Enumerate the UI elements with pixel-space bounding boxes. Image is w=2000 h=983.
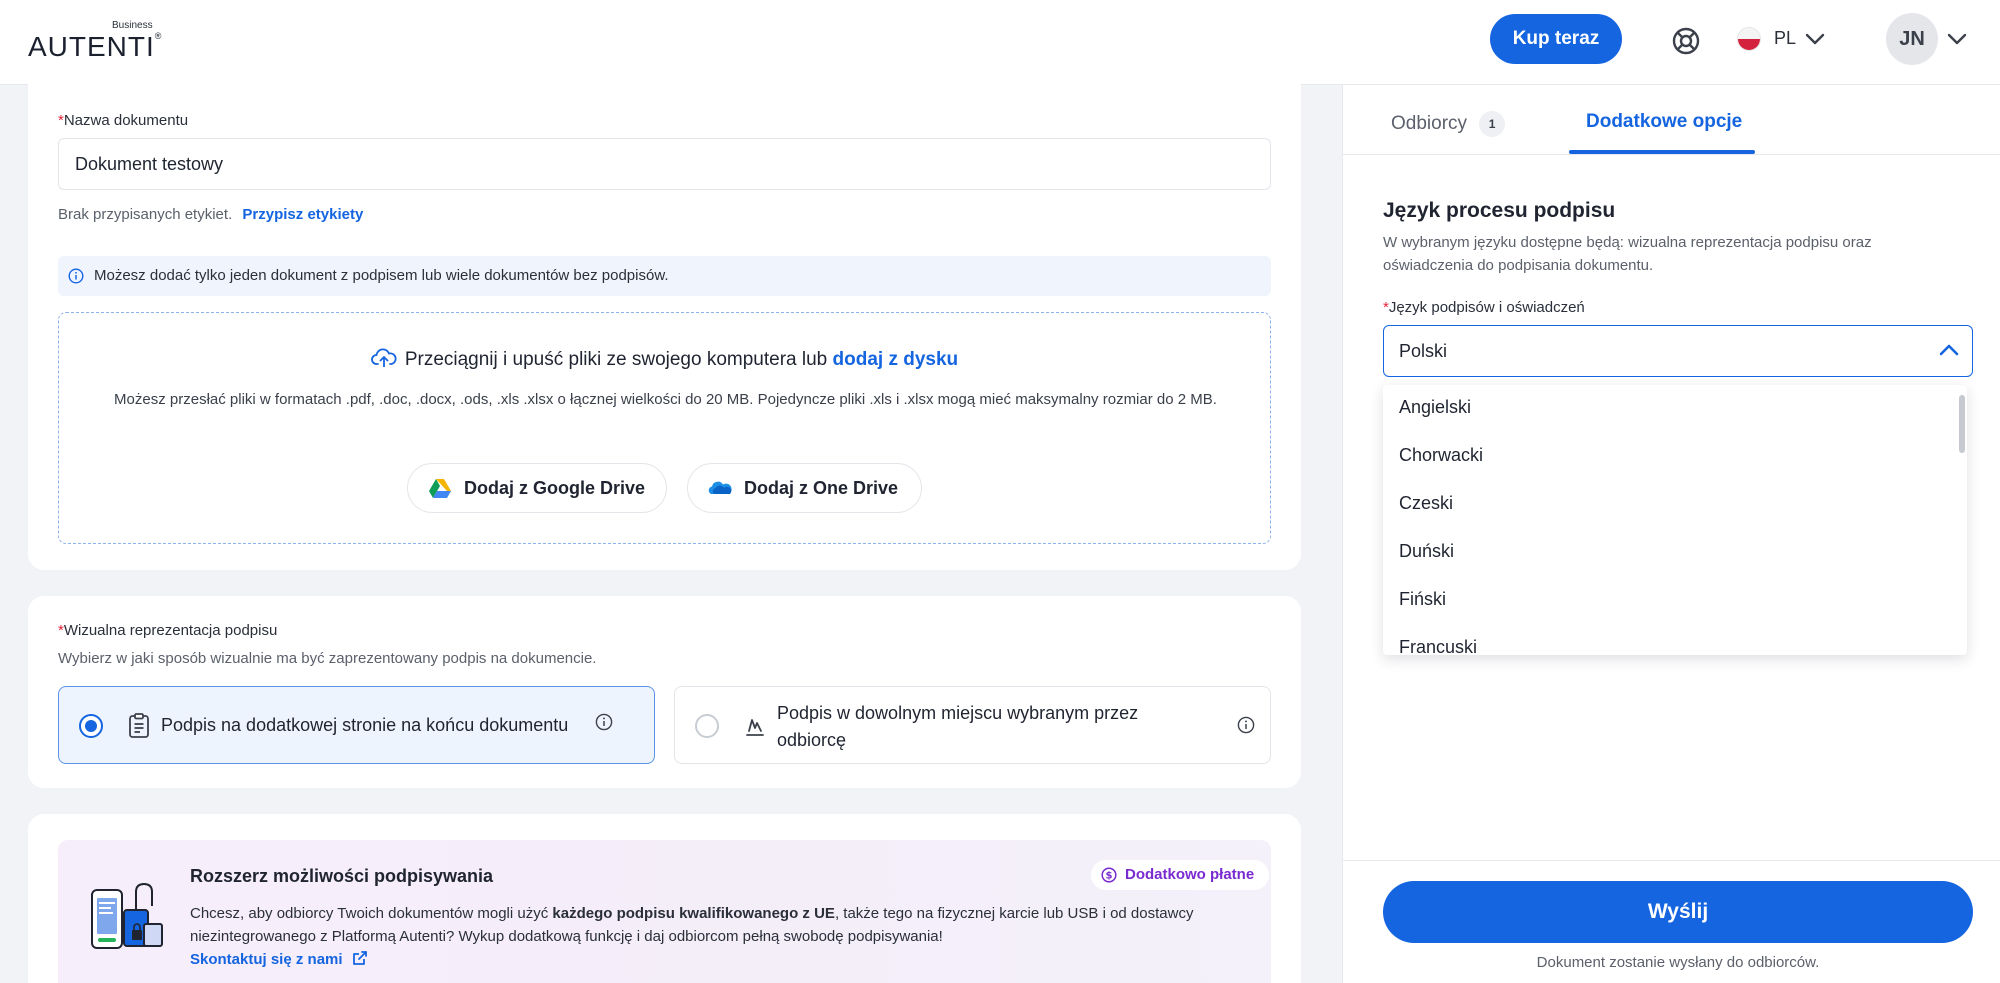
recipients-count-badge: 1 [1479, 111, 1506, 137]
language-select[interactable]: Polski [1383, 325, 1973, 377]
tab-additional-options[interactable]: Dodatkowe opcje [1586, 111, 1742, 133]
radio-unselected[interactable] [695, 714, 719, 738]
options-panel: Odbiorcy 1 Dodatkowe opcje Język procesu … [1342, 85, 2000, 983]
signature-stamp-icon [746, 719, 764, 736]
dropdown-option[interactable]: Duński [1399, 541, 1454, 562]
dropdown-option[interactable]: Francuski [1399, 637, 1477, 655]
document-card: *Nazwa dokumentu Dokument testowy Brak p… [28, 70, 1301, 570]
info-icon [68, 268, 84, 284]
info-icon[interactable] [1237, 716, 1255, 734]
promo-card: Rozszerz możliwości podpisywania $ Dodat… [28, 814, 1301, 983]
coin-icon: $ [1101, 867, 1117, 883]
file-dropzone[interactable]: Przeciągnij i upuść pliki ze swojego kom… [58, 312, 1271, 544]
info-banner: Możesz dodać tylko jeden dokument z podp… [58, 256, 1271, 296]
contact-us-link[interactable]: Skontaktuj się z nami [190, 949, 369, 968]
formats-text: Możesz przesłać pliki w formatach .pdf, … [114, 391, 1217, 408]
section-title: Język procesu podpisu [1383, 199, 1616, 222]
language-select-label: *Język podpisów i oświadczeń [1383, 299, 1585, 316]
tab-recipients[interactable]: Odbiorcy 1 [1391, 111, 1506, 137]
visual-signature-description: Wybierz w jaki sposób wizualnie ma być z… [58, 650, 597, 667]
signature-option-extra-page[interactable]: Podpis na dodatkowej stronie na końcu do… [58, 686, 655, 764]
qualified-signature-illustration [91, 882, 163, 949]
user-avatar[interactable]: JN [1886, 13, 1938, 65]
send-note: Dokument zostanie wysłany do odbiorców. [1536, 954, 1820, 971]
section-description: W wybranym języku dostępne będą: wizualn… [1383, 234, 1872, 274]
promo-text: Chcesz, aby odbiorcy Twoich dokumentów m… [190, 905, 1194, 945]
visual-signature-card: *Wizualna reprezentacja podpisu Wybierz … [28, 596, 1301, 788]
info-icon[interactable] [595, 713, 613, 731]
option-extra-page-label: Podpis na dodatkowej stronie na końcu do… [161, 715, 569, 735]
svg-text:$: $ [1106, 871, 1113, 882]
dropdown-scrollbar[interactable] [1959, 395, 1965, 453]
chevron-down-icon[interactable] [1804, 31, 1826, 47]
dropzone-heading: Przeciągnij i upuść pliki ze swojego kom… [59, 347, 1270, 371]
signature-option-any-place[interactable]: Podpis w dowolnym miejscu wybranym przez… [674, 686, 1271, 764]
dropzone-text: Przeciągnij i upuść pliki ze swojego kom… [404, 349, 828, 370]
cloud-upload-icon [370, 348, 397, 367]
active-tab-indicator [1569, 150, 1755, 154]
assign-labels-link[interactable]: Przypisz etykiety [242, 206, 363, 223]
google-drive-icon [429, 479, 451, 498]
labels-row: Brak przypisanych etykiet. Przypisz etyk… [58, 206, 363, 223]
buy-now-button[interactable]: Kup teraz [1490, 14, 1622, 64]
panel-tabs: Odbiorcy 1 Dodatkowe opcje [1343, 85, 2000, 155]
radio-selected[interactable] [79, 714, 103, 738]
help-lifebuoy-icon[interactable] [1671, 26, 1701, 56]
dropdown-option[interactable]: Chorwacki [1399, 445, 1483, 466]
clipboard-icon [129, 713, 149, 738]
poland-flag-icon[interactable] [1737, 27, 1761, 51]
dropdown-option[interactable]: Czeski [1399, 493, 1453, 514]
document-name-input[interactable]: Dokument testowy [58, 138, 1271, 190]
dropdown-option[interactable]: Fiński [1399, 589, 1446, 610]
language-select-value: Polski [1399, 341, 1448, 361]
option-any-place-label: Podpis w dowolnym miejscu wybranym przez… [777, 703, 1139, 750]
visual-signature-label: *Wizualna reprezentacja podpisu [58, 622, 278, 639]
external-link-icon [352, 951, 367, 965]
no-labels-text: Brak przypisanych etykiet. [58, 206, 233, 223]
document-name-label: *Nazwa dokumentu [58, 112, 189, 129]
logo-main-text: AUTENTI® [28, 31, 163, 62]
language-dropdown-list: Angielski Chorwacki Czeski Duński Fiński… [1383, 385, 1967, 655]
paid-extra-badge: $ Dodatkowo płatne [1091, 860, 1269, 890]
add-from-disk-link[interactable]: dodaj z dysku [833, 349, 959, 370]
chevron-down-icon[interactable] [1946, 31, 1968, 47]
info-text: Możesz dodać tylko jeden dokument z podp… [94, 267, 669, 284]
logo-business-text: Business [112, 20, 153, 31]
promo-banner: Rozszerz możliwości podpisywania $ Dodat… [58, 840, 1271, 983]
one-drive-icon [708, 481, 732, 494]
language-label[interactable]: PL [1774, 28, 1796, 49]
one-drive-button[interactable]: Dodaj z One Drive [687, 463, 922, 513]
google-drive-button[interactable]: Dodaj z Google Drive [407, 463, 667, 513]
promo-title: Rozszerz możliwości podpisywania [190, 866, 494, 886]
send-button[interactable]: Wyślij [1383, 881, 1973, 943]
chevron-up-icon[interactable] [1938, 341, 1960, 359]
dropdown-option[interactable]: Angielski [1399, 397, 1471, 418]
